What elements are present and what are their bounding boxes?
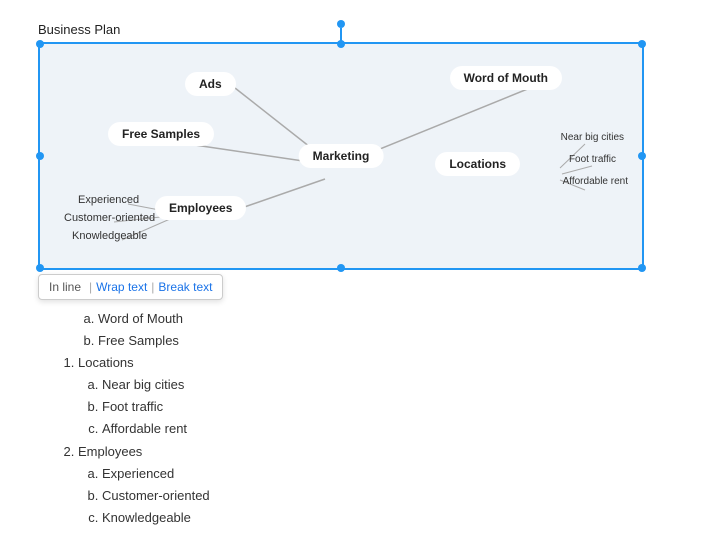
outline-list: Word of Mouth Free Samples Locations Nea… bbox=[60, 308, 210, 529]
toolbar-sep-1: | bbox=[89, 280, 92, 294]
toolbar-break-button[interactable]: Break text bbox=[158, 280, 212, 294]
toolbar-sep-2: | bbox=[151, 280, 154, 294]
list-item-employees: Employees Experienced Customer-oriented … bbox=[78, 441, 210, 529]
list-sub-free-samples: Free Samples bbox=[98, 330, 183, 352]
sub-node-near-big-cities: Near big cities bbox=[561, 132, 624, 143]
mindmap-container: Marketing Ads Word of Mouth Free Samples… bbox=[38, 42, 644, 270]
node-locations[interactable]: Locations bbox=[435, 152, 520, 176]
toolbar-wrap-button[interactable]: Wrap text bbox=[96, 280, 147, 294]
list-sub-foot-traffic: Foot traffic bbox=[102, 396, 210, 418]
sub-node-customer-oriented: Customer-oriented bbox=[64, 212, 155, 224]
node-employees[interactable]: Employees bbox=[155, 196, 246, 220]
toolbar-inline-label: In line bbox=[49, 280, 81, 294]
node-word-mouth[interactable]: Word of Mouth bbox=[450, 66, 562, 90]
node-free-samples[interactable]: Free Samples bbox=[108, 122, 214, 146]
list-item-locations: Locations Near big cities Foot traffic A… bbox=[78, 352, 210, 440]
sub-node-experienced: Experienced bbox=[78, 194, 139, 206]
list-sub-affordable-rent: Affordable rent bbox=[102, 418, 210, 440]
list-item-1: Word of Mouth Free Samples bbox=[78, 308, 210, 352]
sub-node-foot-traffic: Foot traffic bbox=[569, 154, 616, 165]
list-sub-knowledgeable: Knowledgeable bbox=[102, 507, 210, 529]
node-ads[interactable]: Ads bbox=[185, 72, 236, 96]
sub-node-knowledgeable: Knowledgeable bbox=[72, 230, 147, 242]
list-sub-word-mouth: Word of Mouth bbox=[98, 308, 183, 330]
list-sub-experienced: Experienced bbox=[102, 463, 210, 485]
list-sub-near-big-cities: Near big cities bbox=[102, 374, 210, 396]
sub-node-affordable-rent: Affordable rent bbox=[563, 176, 628, 187]
list-sub-customer-oriented: Customer-oriented bbox=[102, 485, 210, 507]
page-title: Business Plan bbox=[38, 22, 120, 37]
node-marketing[interactable]: Marketing bbox=[299, 144, 384, 168]
text-wrap-toolbar: In line | Wrap text | Break text bbox=[38, 274, 223, 300]
